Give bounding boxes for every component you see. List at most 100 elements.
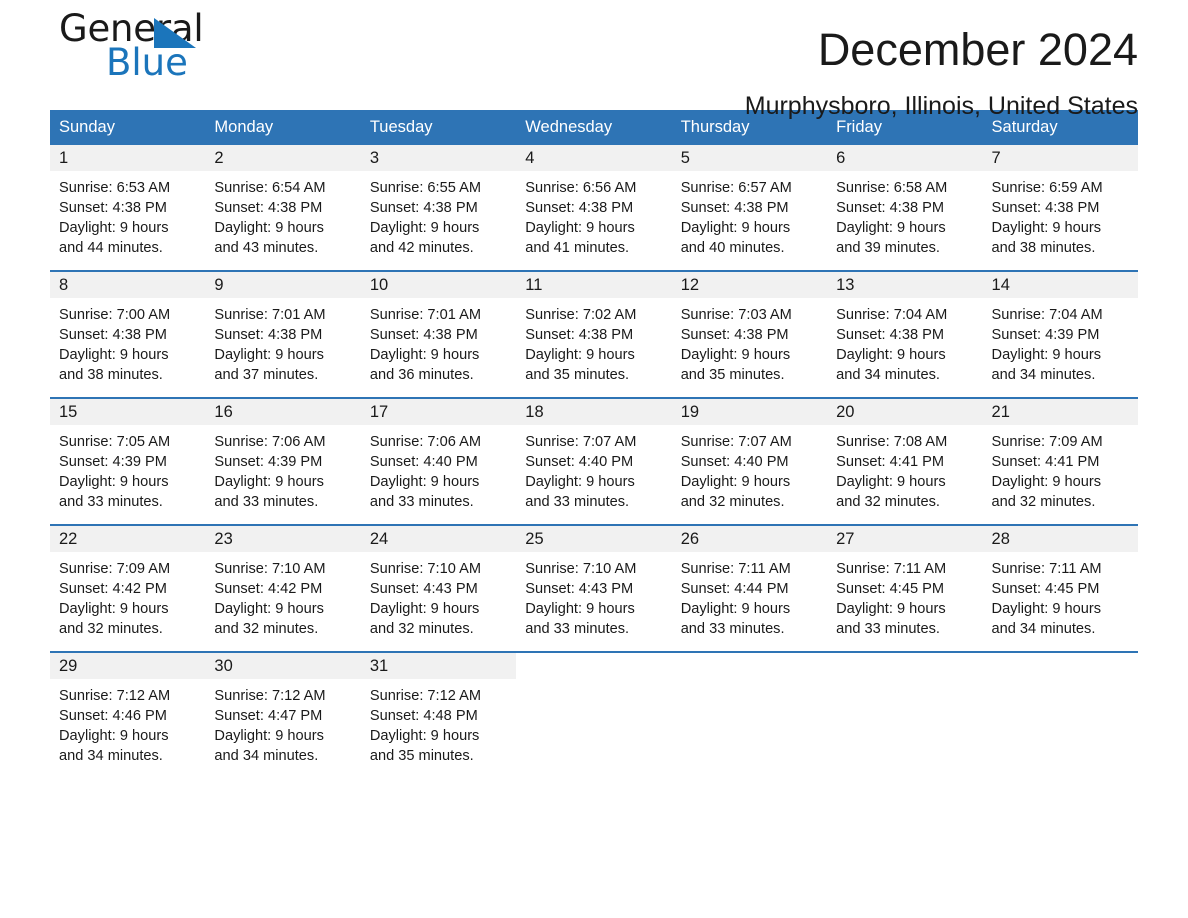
day-cell[interactable]: 21 Sunrise: 7:09 AM Sunset: 4:41 PM Dayligh… (982, 397, 1138, 525)
sunset-text: Sunset: 4:38 PM (836, 327, 945, 343)
sunset-text: Sunset: 4:40 PM (680, 454, 789, 470)
sunset-text: Sunset: 4:38 PM (525, 327, 634, 343)
calendar-week-row: 29 Sunrise: 7:12 AM Sunset: 4:46 PM Dayligh… (50, 651, 1138, 778)
calendar-page: General Blue December 2024 Murphysboro, … (0, 0, 1188, 918)
daylight-text-line2: and 41 minutes. (525, 240, 630, 256)
day-cell[interactable]: 18 Sunrise: 7:07 AM Sunset: 4:40 PM Dayligh… (516, 397, 672, 525)
day-cell[interactable]: 5 Sunrise: 6:57 AM Sunset: 4:38 PM Daylight… (671, 145, 828, 271)
day-number: 30 (205, 653, 361, 679)
daylight-text-line2: and 34 minutes. (214, 748, 319, 764)
day-number: 10 (360, 272, 517, 298)
day-cell[interactable]: 19 Sunrise: 7:07 AM Sunset: 4:40 PM Dayligh… (671, 397, 828, 525)
sunrise-text: Sunrise: 6:58 AM (836, 180, 948, 196)
sunset-text: Sunset: 4:48 PM (369, 708, 478, 724)
day-cell[interactable]: 22 Sunrise: 7:09 AM Sunset: 4:42 PM Dayligh… (50, 524, 206, 652)
daylight-text-line1: Daylight: 9 hours (680, 347, 791, 363)
sunset-text: Sunset: 4:38 PM (214, 327, 323, 343)
daylight-text-line1: Daylight: 9 hours (991, 601, 1102, 617)
sunset-text: Sunset: 4:38 PM (59, 327, 167, 343)
daylight-text-line2: and 39 minutes. (836, 240, 940, 256)
page-subtitle: Murphysboro, Illinois, United States (744, 92, 1138, 120)
daylight-text-line2: and 35 minutes. (369, 748, 474, 764)
sunrise-text: Sunrise: 7:09 AM (991, 434, 1103, 450)
daylight-text-line2: and 40 minutes. (680, 240, 785, 256)
sunset-text: Sunset: 4:38 PM (991, 200, 1100, 216)
daylight-text-line1: Daylight: 9 hours (59, 474, 169, 490)
sunset-text: Sunset: 4:39 PM (59, 454, 167, 470)
day-cell[interactable]: 4 Sunrise: 6:56 AM Sunset: 4:38 PM Daylight… (516, 145, 672, 271)
sunset-text: Sunset: 4:38 PM (369, 327, 478, 343)
day-number: 8 (50, 272, 206, 298)
sunset-text: Sunset: 4:45 PM (991, 581, 1100, 597)
sunrise-text: Sunrise: 7:06 AM (369, 434, 481, 450)
day-cell[interactable]: 16 Sunrise: 7:06 AM Sunset: 4:39 PM Dayligh… (205, 397, 361, 525)
daylight-text-line1: Daylight: 9 hours (525, 601, 635, 617)
daylight-text-line2: and 33 minutes. (525, 621, 630, 637)
day-cell[interactable]: 26 Sunrise: 7:11 AM Sunset: 4:44 PM Dayligh… (671, 524, 828, 652)
day-cell[interactable]: 23 Sunrise: 7:10 AM Sunset: 4:42 PM Dayligh… (205, 524, 361, 652)
day-cell[interactable]: 13 Sunrise: 7:04 AM Sunset: 4:38 PM Dayligh… (827, 270, 983, 398)
day-number: 2 (205, 145, 361, 171)
calendar-week-row: 1 Sunrise: 6:53 AM Sunset: 4:38 PM Daylight… (50, 145, 1138, 271)
day-cell[interactable]: 9 Sunrise: 7:01 AM Sunset: 4:38 PM Daylight… (205, 270, 361, 398)
title-block: December 2024 Murphysboro, Illinois, Uni… (398, 0, 1138, 121)
day-number: 7 (982, 145, 1138, 171)
day-cell[interactable]: 6 Sunrise: 6:58 AM Sunset: 4:38 PM Daylight… (827, 145, 983, 271)
daylight-text-line1: Daylight: 9 hours (369, 220, 480, 236)
sunrise-text: Sunrise: 6:59 AM (991, 180, 1103, 196)
daylight-text-line1: Daylight: 9 hours (991, 220, 1102, 236)
day-number: 25 (516, 526, 672, 552)
daylight-text-line2: and 38 minutes. (991, 240, 1096, 256)
sunset-text: Sunset: 4:42 PM (214, 581, 323, 597)
day-number: 27 (827, 526, 983, 552)
day-cell[interactable]: 14 Sunrise: 7:04 AM Sunset: 4:39 PM Dayligh… (982, 270, 1138, 398)
day-number: 18 (516, 399, 672, 425)
sunrise-text: Sunrise: 6:55 AM (369, 180, 481, 196)
daylight-text-line1: Daylight: 9 hours (59, 601, 169, 617)
day-cell[interactable]: 11 Sunrise: 7:02 AM Sunset: 4:38 PM Dayligh… (516, 270, 672, 398)
sunrise-sunset-calendar: Sunday Monday Tuesday Wednesday Thursday… (50, 110, 1138, 778)
day-cell[interactable]: 3 Sunrise: 6:55 AM Sunset: 4:38 PM Daylight… (360, 145, 517, 271)
daylight-text-line1: Daylight: 9 hours (836, 601, 946, 617)
sunrise-text: Sunrise: 7:03 AM (680, 307, 792, 323)
day-number (827, 653, 983, 679)
daylight-text-line2: and 43 minutes. (214, 240, 319, 256)
sunset-text: Sunset: 4:47 PM (214, 708, 323, 724)
daylight-text-line1: Daylight: 9 hours (369, 347, 480, 363)
day-cell[interactable]: 29 Sunrise: 7:12 AM Sunset: 4:46 PM Dayligh… (50, 651, 206, 778)
day-number: 21 (982, 399, 1138, 425)
weekday-header-sunday: Sunday (50, 110, 206, 145)
day-number: 13 (827, 272, 983, 298)
daylight-text-line1: Daylight: 9 hours (214, 220, 324, 236)
brand-logo[interactable]: General Blue (59, 8, 319, 100)
sunrise-text: Sunrise: 7:12 AM (214, 688, 326, 704)
sunrise-text: Sunrise: 7:11 AM (680, 561, 791, 577)
day-cell[interactable]: 12 Sunrise: 7:03 AM Sunset: 4:38 PM Dayligh… (671, 270, 828, 398)
sunset-text: Sunset: 4:39 PM (214, 454, 323, 470)
day-number (671, 653, 828, 679)
day-cell[interactable]: 10 Sunrise: 7:01 AM Sunset: 4:38 PM Dayligh… (360, 270, 517, 398)
sunset-text: Sunset: 4:41 PM (836, 454, 945, 470)
sunrise-text: Sunrise: 7:01 AM (369, 307, 481, 323)
sunset-text: Sunset: 4:40 PM (525, 454, 634, 470)
day-cell[interactable]: 27 Sunrise: 7:11 AM Sunset: 4:45 PM Dayligh… (827, 524, 983, 652)
day-cell[interactable]: 24 Sunrise: 7:10 AM Sunset: 4:43 PM Dayligh… (360, 524, 517, 652)
day-cell[interactable]: 17 Sunrise: 7:06 AM Sunset: 4:40 PM Dayligh… (360, 397, 517, 525)
day-cell[interactable]: 20 Sunrise: 7:08 AM Sunset: 4:41 PM Dayligh… (827, 397, 983, 525)
daylight-text-line2: and 33 minutes. (214, 494, 319, 510)
day-cell[interactable]: 1 Sunrise: 6:53 AM Sunset: 4:38 PM Daylight… (50, 145, 206, 271)
page-title: December 2024 (817, 24, 1138, 75)
day-cell[interactable]: 25 Sunrise: 7:10 AM Sunset: 4:43 PM Dayligh… (516, 524, 672, 652)
day-cell[interactable]: 28 Sunrise: 7:11 AM Sunset: 4:45 PM Dayligh… (982, 524, 1138, 652)
day-cell[interactable]: 30 Sunrise: 7:12 AM Sunset: 4:47 PM Dayligh… (205, 651, 361, 778)
day-cell[interactable]: 2 Sunrise: 6:54 AM Sunset: 4:38 PM Daylight… (205, 145, 361, 271)
day-number: 1 (50, 145, 206, 171)
day-cell[interactable]: 7 Sunrise: 6:59 AM Sunset: 4:38 PM Daylight… (982, 145, 1138, 271)
day-number: 23 (205, 526, 361, 552)
day-cell[interactable]: 31 Sunrise: 7:12 AM Sunset: 4:48 PM Dayligh… (360, 651, 517, 778)
daylight-text-line1: Daylight: 9 hours (59, 347, 169, 363)
day-cell[interactable]: 15 Sunrise: 7:05 AM Sunset: 4:39 PM Dayligh… (50, 397, 206, 525)
page-header: General Blue December 2024 Murphysboro, … (50, 0, 1138, 121)
day-cell[interactable]: 8 Sunrise: 7:00 AM Sunset: 4:38 PM Daylight… (50, 270, 206, 398)
day-number: 31 (360, 653, 517, 679)
